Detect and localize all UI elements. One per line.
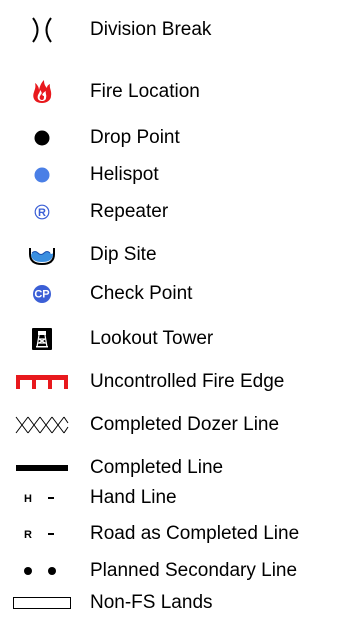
completed-dozer-line-icon	[15, 416, 69, 434]
legend-item-non-fs-lands: Non-FS Lands	[0, 588, 356, 618]
legend-label: Hand Line	[90, 487, 177, 508]
road-line-letter: R	[24, 529, 32, 541]
helispot-icon	[34, 167, 50, 183]
check-point-letters: CP	[34, 289, 49, 301]
planned-secondary-line-icon	[24, 567, 56, 575]
lookout-tower-icon	[32, 328, 52, 350]
dip-site-icon	[29, 248, 55, 266]
completed-line-icon	[16, 465, 68, 471]
division-break-icon	[32, 17, 52, 43]
legend-label: Planned Secondary Line	[90, 560, 298, 581]
legend-label: Division Break	[90, 19, 212, 40]
legend-label: Completed Line	[90, 457, 224, 478]
legend-label: Completed Dozer Line	[90, 414, 280, 435]
legend-item-dip-site: Dip Site	[0, 240, 356, 270]
legend-item-division-break: Division Break	[0, 15, 356, 45]
legend-item-hand-line: H Hand Line	[0, 483, 356, 513]
legend-label: Fire Location	[90, 81, 200, 102]
repeater-letter: R	[38, 207, 46, 219]
map-legend: Division Break Fire Location Drop Point …	[0, 0, 356, 634]
legend-item-completed-line: Completed Line	[0, 453, 356, 483]
legend-item-lookout-tower: Lookout Tower	[0, 324, 356, 354]
legend-label: Helispot	[90, 164, 159, 185]
fire-location-icon	[33, 80, 52, 103]
hand-line-letter: H	[24, 493, 32, 505]
legend-label: Drop Point	[90, 127, 180, 148]
legend-item-check-point: CP Check Point	[0, 279, 356, 309]
legend-label: Non-FS Lands	[90, 592, 213, 613]
repeater-icon: R	[34, 204, 50, 220]
legend-item-planned-secondary-line: Planned Secondary Line	[0, 556, 356, 586]
legend-item-uncontrolled-fire-edge: Uncontrolled Fire Edge	[0, 367, 356, 397]
hand-line-icon: H	[24, 493, 54, 505]
legend-label: Dip Site	[90, 244, 157, 265]
legend-item-completed-dozer-line: Completed Dozer Line	[0, 410, 356, 440]
legend-item-helispot: Helispot	[0, 160, 356, 190]
legend-label: Road as Completed Line	[90, 523, 300, 544]
check-point-icon: CP	[33, 285, 51, 303]
legend-item-repeater: R Repeater	[0, 197, 356, 227]
legend-item-road-as-completed-line: R Road as Completed Line	[0, 519, 356, 549]
non-fs-lands-icon	[13, 597, 71, 609]
legend-label: Repeater	[90, 201, 169, 222]
legend-item-fire-location: Fire Location	[0, 77, 356, 107]
road-as-completed-line-icon: R	[24, 529, 54, 541]
drop-point-icon	[34, 130, 50, 146]
legend-label: Lookout Tower	[90, 328, 214, 349]
legend-label: Check Point	[90, 283, 193, 304]
uncontrolled-fire-edge-icon	[16, 375, 68, 389]
legend-item-drop-point: Drop Point	[0, 123, 356, 153]
legend-label: Uncontrolled Fire Edge	[90, 371, 285, 392]
